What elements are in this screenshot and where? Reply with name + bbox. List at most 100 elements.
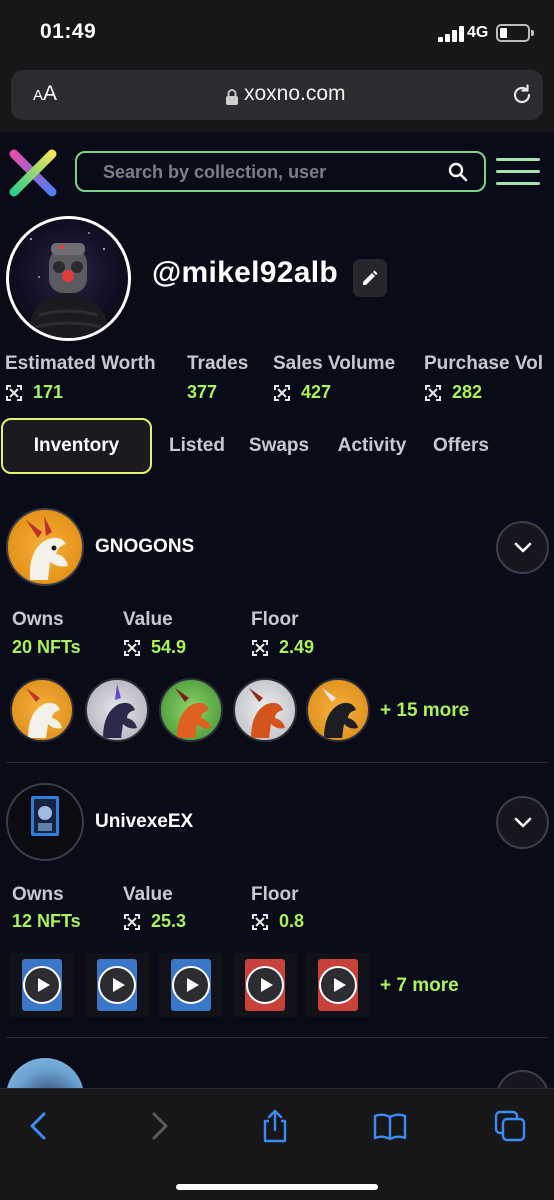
hamburger-menu-icon[interactable] [496,158,540,186]
avatar [6,216,131,341]
egld-icon [6,384,22,401]
network-type: 4G [467,24,489,41]
floor-value: 2.49 [251,637,314,658]
more-nfts-link[interactable]: + 7 more [380,975,459,997]
play-video-icon[interactable] [23,966,61,1004]
stat-sales-volume: Sales Volume 427 [273,353,395,403]
tab-inventory[interactable]: Inventory [1,418,152,474]
owns-label: Owns [12,884,64,905]
address-bar[interactable]: AA xoxno.com [11,70,543,120]
tabs-icon[interactable] [493,1109,527,1143]
expand-collection-button[interactable] [496,521,549,574]
tab-swaps[interactable]: Swaps [242,418,316,474]
dragon-nft-icon[interactable] [306,678,370,742]
chevron-down-icon [514,542,532,553]
search-input[interactable] [103,162,433,183]
stat-trades: Trades 377 [187,353,248,403]
nft-video-thumbnail[interactable] [85,953,149,1017]
avatar-character-image [27,232,110,338]
dragon-nft-icon[interactable] [233,678,297,742]
floor-value: 0.8 [251,911,304,932]
nft-video-thumbnail[interactable] [159,953,223,1017]
value-amount: 25.3 [151,911,187,931]
stat-value-text: 171 [33,382,64,402]
floor-label: Floor [251,609,299,630]
chevron-down-icon [514,817,532,828]
floor-amount: 0.8 [279,911,305,931]
stat-value-text: 377 [187,382,218,402]
stat-label: Trades [187,353,249,374]
nft-video-thumbnail[interactable] [306,953,370,1017]
url-text: xoxno.com [244,82,346,105]
dragon-nft-icon[interactable] [159,678,223,742]
browser-top-bar: AA xoxno.com [0,64,554,132]
ios-status-bar: 01:49 4G [0,0,554,64]
nft-video-thumbnail[interactable] [10,953,74,1017]
reader-settings-button[interactable]: AA [33,82,57,106]
xoxno-logo-icon[interactable] [8,148,58,198]
play-video-icon[interactable] [172,966,210,1004]
stat-label: Purchase Vol [424,353,543,374]
forward-icon[interactable] [142,1109,176,1143]
dragon-nft-icon[interactable] [85,678,149,742]
profile-username: @mikel92alb [152,256,338,289]
divider [6,762,548,763]
value-label: Value [123,884,173,905]
value-label: Value [123,609,173,630]
floor-label: Floor [251,884,299,905]
egld-icon [124,639,140,656]
search-box[interactable] [75,151,486,192]
tab-offers[interactable]: Offers [424,418,498,474]
site-header [0,132,554,212]
edit-profile-button[interactable] [353,259,387,297]
expand-collection-button[interactable] [496,796,549,849]
egld-icon [252,913,268,930]
battery-icon [496,24,534,42]
collection-logo-gnogons[interactable] [6,508,84,586]
stat-label: Sales Volume [273,353,396,374]
more-nfts-link[interactable]: + 15 more [380,700,469,722]
egld-icon [274,384,290,401]
dragon-nft-icon[interactable] [10,678,74,742]
aa-large-letter: A [43,82,58,105]
tab-listed[interactable]: Listed [160,418,234,474]
collection-logo-univexeex[interactable] [6,783,84,861]
status-time: 01:49 [40,20,97,43]
stat-label: Estimated Worth [5,353,156,374]
bookmarks-icon[interactable] [373,1109,407,1143]
play-video-icon[interactable] [98,966,136,1004]
egld-icon [425,384,441,401]
owns-label: Owns [12,609,64,630]
card-logo-icon [31,796,59,836]
dragon-logo-icon [26,516,68,580]
play-video-icon[interactable] [246,966,284,1004]
stat-value-text: 282 [452,382,483,402]
nft-video-thumbnail[interactable] [233,953,297,1017]
play-video-icon[interactable] [319,966,357,1004]
stat-value: 282 [424,382,543,403]
aa-small-letter: A [33,87,44,104]
stat-value: 427 [273,382,395,403]
lock-icon [226,89,238,105]
owns-value: 12 NFTs [12,911,81,931]
home-indicator [176,1184,378,1190]
value-value: 25.3 [123,911,186,932]
stat-value-text: 427 [301,382,332,402]
collection-name[interactable]: GNOGONS [95,536,194,558]
reload-icon[interactable] [510,83,534,107]
cellular-signal-icon [438,26,464,42]
stat-estimated-worth: Estimated Worth 171 [5,353,156,403]
stat-value: 377 [187,382,248,403]
collection-name[interactable]: UnivexeEX [95,811,193,833]
divider [6,1037,548,1038]
egld-icon [252,639,268,656]
back-icon[interactable] [22,1109,56,1143]
pencil-icon [363,270,378,285]
tab-activity[interactable]: Activity [330,418,414,474]
value-value: 54.9 [123,637,186,658]
owns-value: 20 NFTs [12,637,81,657]
share-icon[interactable] [258,1109,292,1143]
value-amount: 54.9 [151,637,187,657]
stat-value: 171 [5,382,156,403]
search-icon[interactable] [448,162,468,182]
